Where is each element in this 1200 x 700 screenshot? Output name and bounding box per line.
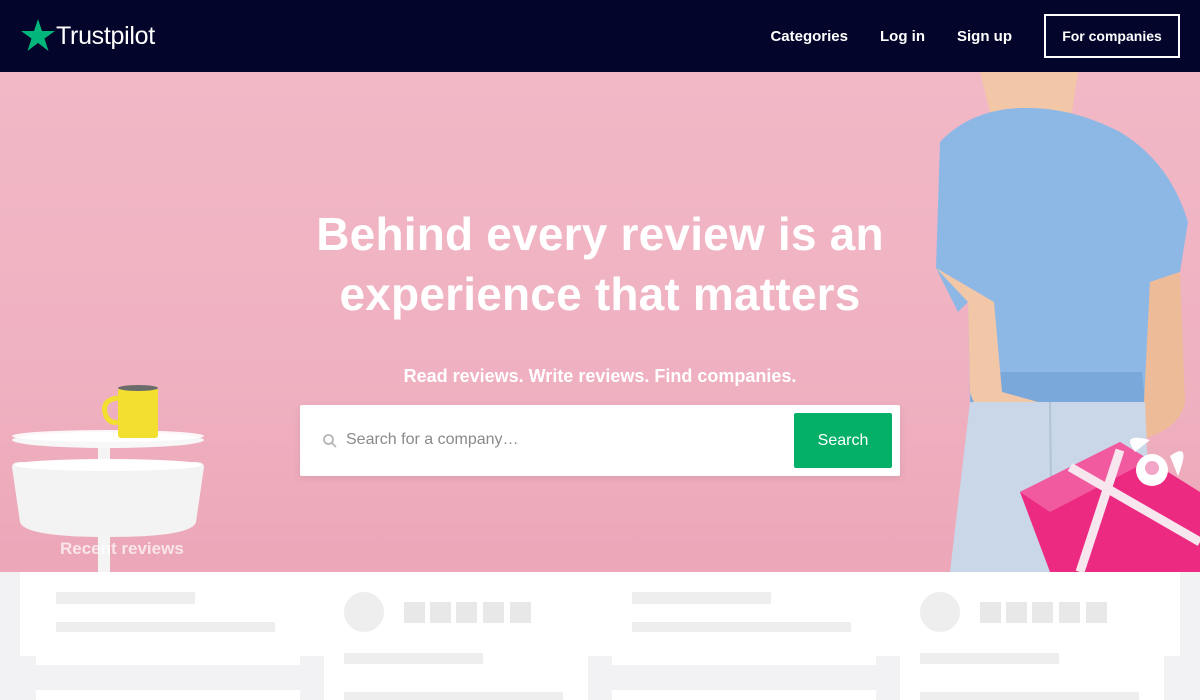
main-nav: Categories Log in Sign up For companies — [770, 14, 1180, 58]
skeleton-line — [344, 692, 563, 700]
review-card-skeleton[interactable] — [36, 572, 300, 665]
search-icon — [323, 434, 337, 448]
rating-star-icon — [404, 602, 425, 623]
for-companies-button[interactable]: For companies — [1044, 14, 1180, 58]
rating-star-icon — [510, 602, 531, 623]
rating-star-icon — [980, 602, 1001, 623]
skeleton-line — [632, 592, 771, 604]
hero-subtitle: Read reviews. Write reviews. Find compan… — [403, 366, 797, 386]
trustpilot-star-icon — [21, 18, 55, 51]
review-card-skeleton[interactable] — [612, 572, 876, 665]
skeleton-line — [344, 653, 483, 664]
skeleton-line — [632, 622, 851, 632]
hero-title: Behind every review is an experience tha… — [0, 204, 1200, 324]
skeleton-line — [56, 592, 195, 604]
nav-login-link[interactable]: Log in — [880, 28, 925, 45]
avatar-placeholder — [344, 592, 384, 632]
rating-star-icon — [483, 602, 504, 623]
review-card-skeleton[interactable] — [612, 690, 876, 700]
hero-banner: Behind every review is an experience tha… — [0, 72, 1200, 572]
recent-reviews-heading: Recent reviews — [60, 539, 184, 558]
rating-star-icon — [1032, 602, 1053, 623]
nav-categories-link[interactable]: Categories — [770, 28, 848, 45]
rating-star-icon — [430, 602, 451, 623]
skeleton-line — [56, 622, 275, 632]
rating-star-icon — [1006, 602, 1027, 623]
top-navigation-bar: Trustpilot Categories Log in Sign up For… — [0, 0, 1200, 72]
company-search-form: Search — [300, 405, 900, 476]
trustpilot-logo[interactable]: Trustpilot — [21, 18, 155, 51]
rating-star-icon — [456, 602, 477, 623]
nav-signup-link[interactable]: Sign up — [957, 28, 1012, 45]
review-card-skeleton[interactable] — [36, 690, 300, 700]
hero-title-line-2: experience that matters — [339, 268, 861, 320]
review-card-skeleton[interactable] — [900, 572, 1164, 700]
company-search-input[interactable] — [346, 425, 776, 455]
avatar-placeholder — [920, 592, 960, 632]
review-card-skeleton[interactable] — [324, 572, 588, 700]
search-button[interactable]: Search — [794, 413, 892, 468]
rating-star-icon — [1059, 602, 1080, 623]
logo-text: Trustpilot — [56, 22, 155, 50]
skeleton-line — [920, 653, 1059, 664]
rating-star-icon — [1086, 602, 1107, 623]
skeleton-line — [920, 692, 1139, 700]
hero-title-line-1: Behind every review is an — [316, 208, 884, 260]
